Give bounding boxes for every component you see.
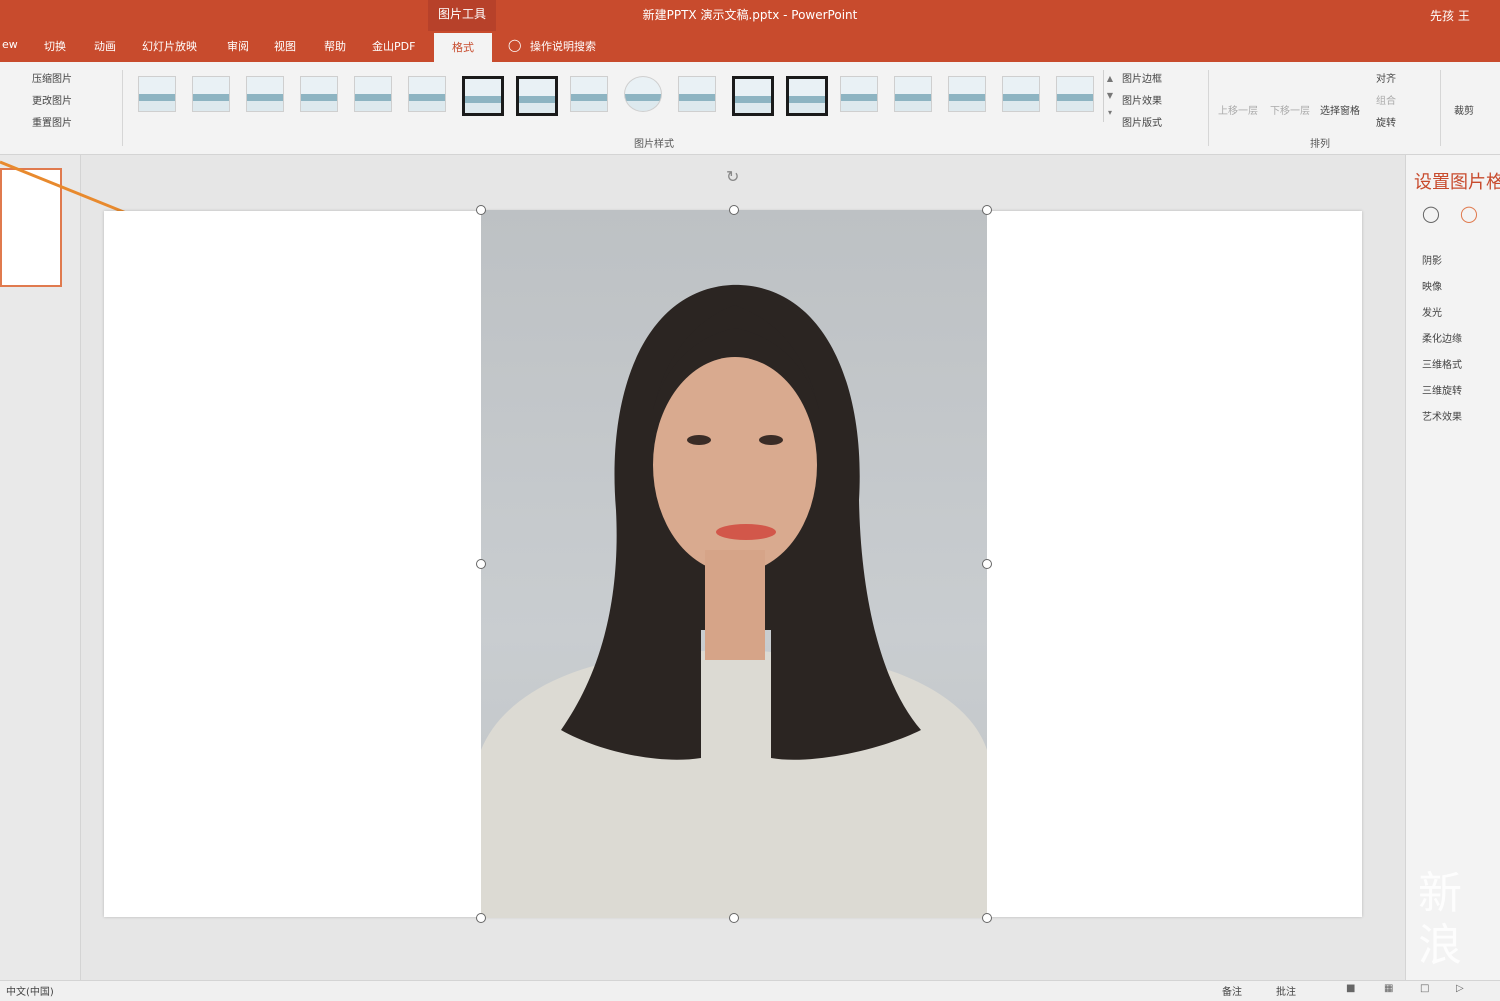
effects-icon[interactable]: ◯	[1460, 204, 1478, 223]
tab-help[interactable]: 帮助	[324, 38, 346, 54]
language-status[interactable]: 中文(中国)	[6, 983, 54, 998]
picture-style-option[interactable]	[408, 76, 446, 112]
fill-line-icon[interactable]: ◯	[1422, 204, 1440, 223]
gallery-scroll[interactable]: ▲ ▼ ▾	[1103, 70, 1116, 122]
resize-handle[interactable]	[729, 913, 739, 923]
picture-layout-button[interactable]: 图片版式	[1122, 114, 1162, 129]
picture-styles-group-label: 图片样式	[634, 139, 674, 150]
comments-button[interactable]: 批注	[1276, 983, 1296, 998]
selection-pane-button[interactable]: 选择窗格	[1320, 102, 1360, 117]
resize-handle[interactable]	[476, 559, 486, 569]
change-picture-button[interactable]: 更改图片	[32, 92, 72, 107]
arrange-group-label: 排列	[1310, 139, 1330, 150]
ribbon-tab-bar	[0, 31, 1500, 62]
resize-handle[interactable]	[476, 913, 486, 923]
selected-portrait-photo[interactable]	[481, 210, 987, 918]
picture-style-option[interactable]	[300, 76, 338, 112]
reading-view-icon[interactable]: □	[1420, 983, 1429, 994]
picture-style-option[interactable]	[354, 76, 392, 112]
picture-style-option[interactable]	[1002, 76, 1040, 112]
notes-button[interactable]: 备注	[1222, 983, 1242, 998]
format-picture-pane	[1405, 155, 1500, 980]
picture-style-option[interactable]	[570, 76, 608, 112]
tab-view[interactable]: 视图	[274, 38, 296, 54]
send-backward-button[interactable]: 下移一层	[1270, 102, 1310, 117]
tab-design[interactable]: ew	[2, 38, 18, 51]
slideshow-icon[interactable]: ▷	[1456, 983, 1464, 994]
bring-forward-button[interactable]: 上移一层	[1218, 102, 1258, 117]
picture-effects-button[interactable]: 图片效果	[1122, 92, 1162, 107]
picture-style-option[interactable]	[948, 76, 986, 112]
resize-handle[interactable]	[982, 913, 992, 923]
resize-handle[interactable]	[982, 205, 992, 215]
picture-style-option[interactable]	[246, 76, 284, 112]
pane-item-shadow[interactable]: 阴影	[1422, 252, 1442, 267]
document-title: 新建PPTX 演示文稿.pptx - PowerPoint	[642, 8, 858, 22]
pane-item-artistic-effects[interactable]: 艺术效果	[1422, 408, 1462, 423]
resize-handle[interactable]	[729, 205, 739, 215]
picture-tools-context-label: 图片工具	[428, 0, 496, 31]
picture-style-option[interactable]	[624, 76, 662, 112]
reset-picture-button[interactable]: 重置图片	[32, 114, 72, 129]
tab-review[interactable]: 审阅	[227, 38, 249, 54]
tab-animations[interactable]: 动画	[94, 38, 116, 54]
rotate-icon[interactable]: ↻	[726, 167, 739, 186]
picture-style-option[interactable]	[462, 76, 504, 116]
group-button[interactable]: 组合	[1376, 92, 1396, 107]
status-bar	[0, 980, 1500, 1001]
pane-item-3d-rotation[interactable]: 三维旋转	[1422, 382, 1462, 397]
compress-pictures-button[interactable]: 压缩图片	[32, 70, 72, 85]
pane-item-3d-format[interactable]: 三维格式	[1422, 356, 1462, 371]
picture-style-option[interactable]	[1056, 76, 1094, 112]
pane-item-reflection[interactable]: 映像	[1422, 278, 1442, 293]
resize-handle[interactable]	[982, 559, 992, 569]
tab-kingsoft-pdf[interactable]: 金山PDF	[372, 38, 415, 54]
tell-me-search[interactable]: 操作说明搜索	[530, 38, 596, 54]
resize-handle[interactable]	[476, 205, 486, 215]
picture-style-option[interactable]	[732, 76, 774, 116]
rotate-button[interactable]: 旋转	[1376, 114, 1396, 129]
lightbulb-icon: ◯	[508, 38, 522, 52]
picture-style-option[interactable]	[678, 76, 716, 112]
tab-format[interactable]: 格式	[434, 33, 492, 62]
align-button[interactable]: 对齐	[1376, 70, 1396, 85]
picture-style-option[interactable]	[516, 76, 558, 116]
tab-slideshow[interactable]: 幻灯片放映	[142, 38, 197, 54]
ribbon-separator	[1208, 70, 1209, 146]
slide-sorter-icon[interactable]: ▦	[1384, 983, 1393, 994]
tab-transitions[interactable]: 切换	[44, 38, 66, 54]
portrait-image	[481, 284, 987, 918]
pane-item-soft-edges[interactable]: 柔化边缘	[1422, 330, 1462, 345]
pane-item-glow[interactable]: 发光	[1422, 304, 1442, 319]
ribbon-separator	[122, 70, 123, 146]
picture-style-option[interactable]	[786, 76, 828, 116]
picture-style-option[interactable]	[192, 76, 230, 112]
picture-style-option[interactable]	[840, 76, 878, 112]
sina-watermark: 新浪	[1418, 868, 1462, 971]
ribbon-separator	[1440, 70, 1441, 146]
picture-border-button[interactable]: 图片边框	[1122, 70, 1162, 85]
normal-view-icon[interactable]: ■	[1346, 983, 1355, 994]
crop-button[interactable]: 裁剪	[1454, 102, 1474, 117]
user-name[interactable]: 先孩 王	[1430, 7, 1470, 24]
picture-style-option[interactable]	[894, 76, 932, 112]
format-pane-title: 设置图片格	[1414, 172, 1500, 193]
picture-style-option[interactable]	[138, 76, 176, 112]
